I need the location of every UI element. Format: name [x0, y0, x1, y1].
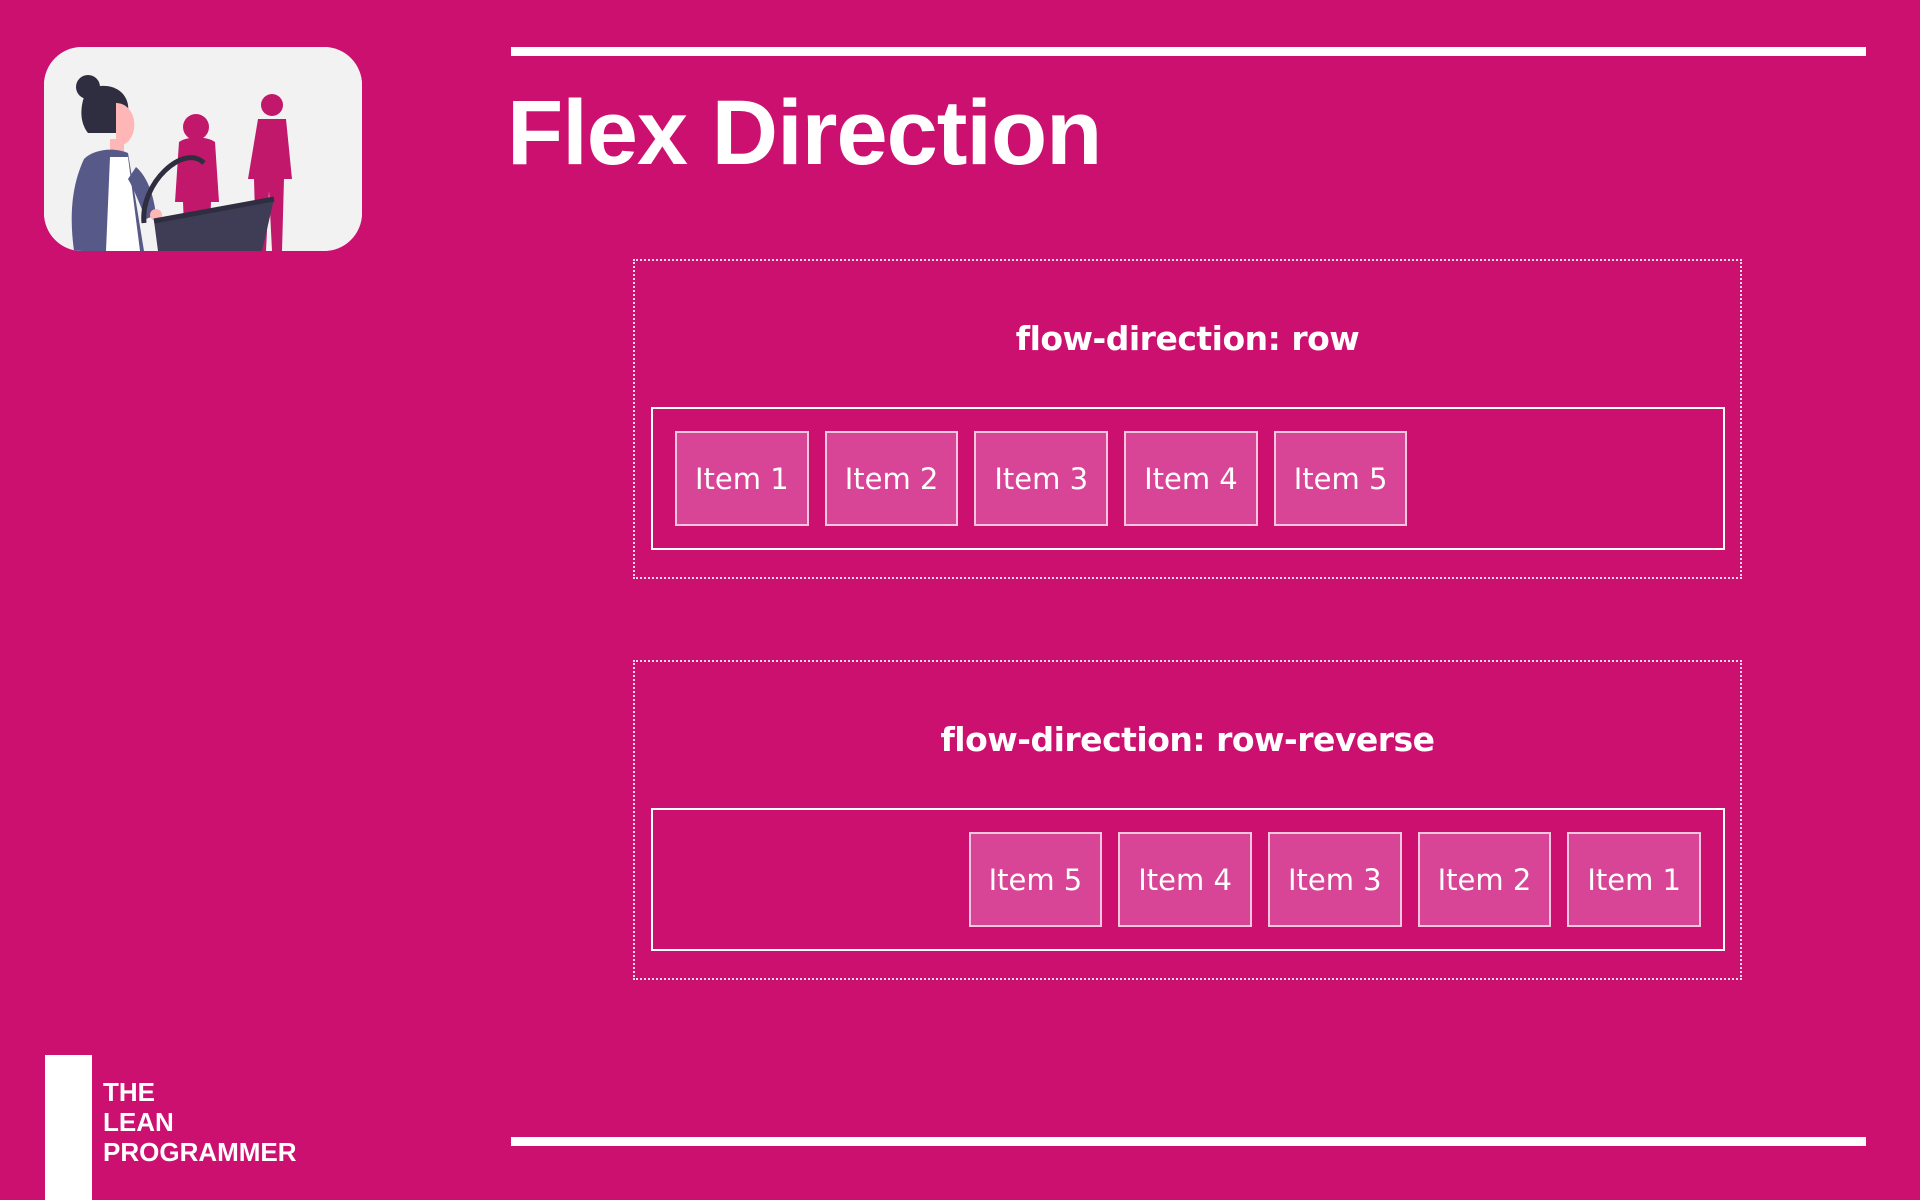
page-title: Flex Direction — [507, 82, 1102, 184]
brand-line: LEAN — [103, 1107, 174, 1137]
demo-label: flow-direction: row — [1015, 319, 1360, 358]
top-divider — [511, 47, 1866, 56]
flex-item: Item 3 — [1267, 832, 1402, 927]
demo-label: flow-direction: row-reverse — [940, 720, 1435, 759]
flex-demo-row: flow-direction: row Item 1 Item 2 Item 3… — [633, 259, 1742, 579]
flex-item: Item 3 — [974, 431, 1109, 526]
flex-item: Item 2 — [1417, 832, 1552, 927]
flex-item: Item 4 — [1118, 832, 1252, 927]
flex-container: Item 1 Item 2 Item 3 Item 4 Item 5 — [651, 407, 1725, 550]
bottom-divider — [511, 1137, 1866, 1146]
brand-line: THE — [103, 1077, 155, 1107]
flex-demo-row-reverse: flow-direction: row-reverse Item 1 Item … — [633, 660, 1742, 980]
brand-bar — [45, 1055, 92, 1200]
flex-container: Item 1 Item 2 Item 3 Item 4 Item 5 — [651, 808, 1725, 951]
brand-line: PROGRAMMER — [103, 1137, 297, 1167]
flex-item: Item 2 — [824, 431, 959, 526]
flex-item: Item 5 — [1273, 431, 1408, 526]
flex-item: Item 5 — [968, 832, 1103, 927]
flex-item: Item 1 — [675, 431, 809, 526]
flex-item: Item 4 — [1124, 431, 1258, 526]
brand-logo: THE LEAN PROGRAMMER — [103, 1077, 297, 1167]
people-shopping-illustration-icon — [44, 47, 362, 251]
flex-item: Item 1 — [1567, 832, 1701, 927]
